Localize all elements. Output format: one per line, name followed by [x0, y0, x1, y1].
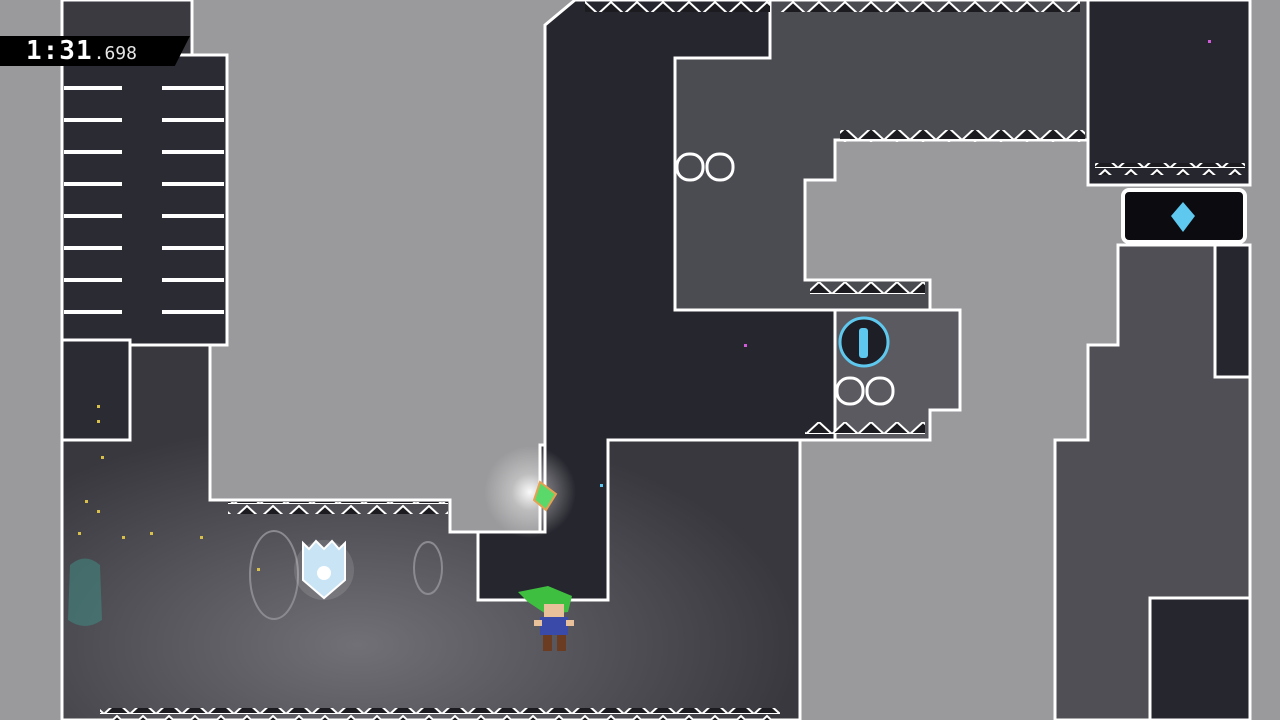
green-dash-refill-icon[interactable]	[484, 446, 576, 538]
right-corridor	[1053, 243, 1252, 720]
speedrun-timer: 1:31 .698	[0, 36, 190, 66]
crystal-heart-shield-icon[interactable]	[294, 539, 354, 600]
keyhole-door-icon[interactable]	[838, 316, 890, 368]
timer-ms: .698	[93, 43, 137, 64]
timer-main: 1:31	[26, 36, 93, 66]
top-right-room	[1086, 0, 1252, 187]
game-scene	[60, 0, 1252, 720]
ghost-blob	[68, 558, 102, 626]
